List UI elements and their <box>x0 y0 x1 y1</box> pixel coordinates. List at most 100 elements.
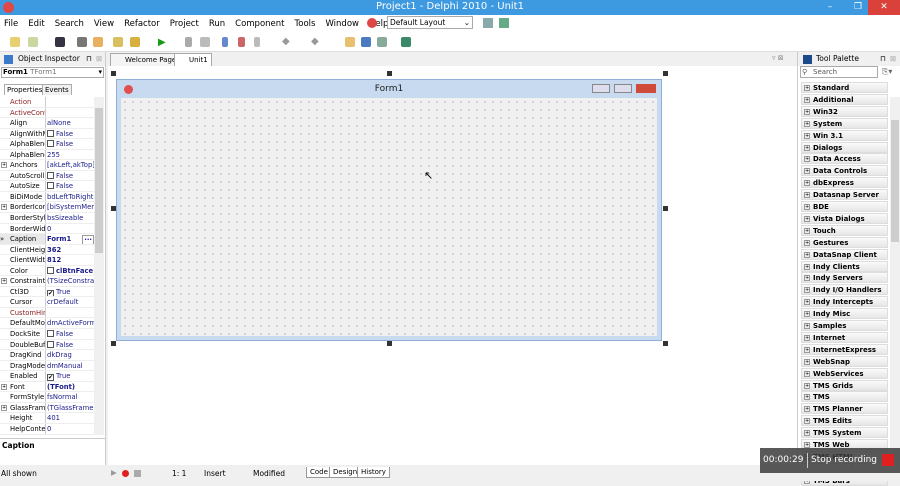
property-row[interactable]: Align alNone <box>0 118 94 129</box>
object-selector[interactable]: Form1 TForm1 ▾ <box>1 67 104 78</box>
component-icon[interactable] <box>401 37 411 47</box>
play-macro-icon[interactable]: ▶ <box>111 468 117 477</box>
resize-handle[interactable] <box>663 71 668 76</box>
palette-category[interactable]: + Touch <box>801 224 888 236</box>
palette-filter-icon[interactable]: ⎘▾ <box>882 67 892 77</box>
expand-icon[interactable]: + <box>1 404 7 411</box>
property-value[interactable]: 0 <box>46 424 94 434</box>
property-value[interactable]: False <box>46 171 94 181</box>
property-row[interactable]: DefaultMonitordmActiveForm <box>0 318 94 330</box>
stop-recording-button[interactable]: Stop recording <box>811 448 877 473</box>
property-row[interactable]: +Constraints(TSizeConstraints) <box>0 276 94 287</box>
palette-category[interactable]: + TMS Edits <box>801 415 888 427</box>
minimize-button[interactable]: – <box>816 0 844 15</box>
pin-icon[interactable]: ⊓ <box>880 52 886 66</box>
property-value[interactable]: [akLeft,akTop] <box>46 160 94 170</box>
property-value[interactable]: Form1 ··· <box>46 234 94 244</box>
palette-category[interactable]: + Win 3.1 <box>801 129 888 141</box>
property-value[interactable]: bdLeftToRight <box>46 192 94 202</box>
resize-handle[interactable] <box>387 341 392 346</box>
property-value[interactable] <box>46 108 94 118</box>
palette-category[interactable]: + BDE <box>801 201 888 212</box>
stop-icon[interactable] <box>200 37 210 47</box>
property-value[interactable]: clBtnFace <box>46 266 94 276</box>
property-row[interactable]: » Caption Form1 ··· <box>0 234 94 245</box>
expand-icon[interactable]: + <box>1 383 7 390</box>
close-panel-icon[interactable]: ⊠ <box>96 52 102 66</box>
palette-category[interactable]: + Indy Intercepts <box>801 296 888 308</box>
form1-window[interactable]: Form1 <box>116 79 662 341</box>
property-row[interactable]: BiDiMode bdLeftToRight <box>0 191 94 203</box>
record-macro-icon[interactable] <box>122 470 129 477</box>
property-row[interactable]: + Anchors [akLeft,akTop] <box>0 160 94 171</box>
checkbox[interactable]: ✔ <box>47 374 54 381</box>
step-over-icon[interactable] <box>238 37 245 47</box>
palette-category[interactable]: + Datasnap Server <box>801 189 888 201</box>
palette-category[interactable]: + InternetExpress <box>801 343 888 355</box>
tab-properties[interactable]: Properties <box>4 84 46 95</box>
palette-category[interactable]: + TMS Planner <box>801 403 888 415</box>
property-row[interactable]: DragKind dkDrag <box>0 350 94 361</box>
resize-handle[interactable] <box>663 206 668 211</box>
expand-icon[interactable]: + <box>1 162 7 169</box>
palette-category[interactable]: + Win32 <box>801 105 888 117</box>
stop-square-icon[interactable] <box>882 454 894 466</box>
property-row[interactable]: AlignWithMargins False <box>0 128 94 140</box>
run-to-cursor-icon[interactable] <box>254 37 260 47</box>
ellipsis-button[interactable]: ··· <box>82 235 94 244</box>
scrollbar-thumb[interactable] <box>95 108 103 253</box>
property-row[interactable]: BorderWidth0 <box>0 223 94 235</box>
set-debug-desktop-icon[interactable] <box>499 18 509 28</box>
menu-run[interactable]: Run <box>209 19 225 29</box>
menu-file[interactable]: File <box>4 19 18 29</box>
palette-category[interactable]: + Data Controls <box>801 165 888 177</box>
property-row[interactable]: HelpContext0 <box>0 423 94 435</box>
toggle-form-unit-icon[interactable] <box>377 37 387 47</box>
property-value[interactable]: crDefault <box>46 297 94 307</box>
close-button[interactable]: ✕ <box>868 0 900 15</box>
menu-search[interactable]: Search <box>55 19 84 29</box>
menu-refactor[interactable]: Refactor <box>124 19 160 29</box>
open-project-icon[interactable] <box>93 37 103 47</box>
palette-category[interactable]: + System <box>801 117 888 129</box>
palette-category[interactable]: + Indy Servers <box>801 272 888 284</box>
pin-icon[interactable]: ⊓ <box>86 52 92 66</box>
property-row[interactable]: BorderStyle bsSizeable <box>0 213 94 224</box>
menu-view[interactable]: View <box>94 19 114 29</box>
property-value[interactable]: bsSizeable <box>46 213 94 223</box>
checkbox[interactable] <box>47 266 54 274</box>
property-row[interactable]: AlphaBlendValue255 <box>0 149 94 161</box>
palette-category[interactable]: + Indy Misc <box>801 308 888 320</box>
palette-category[interactable]: + Data Access <box>801 153 888 165</box>
menu-window[interactable]: Window <box>325 19 359 29</box>
property-value[interactable] <box>46 308 94 318</box>
expand-icon[interactable]: + <box>1 204 7 211</box>
checkbox[interactable] <box>47 330 54 338</box>
new-icon[interactable] <box>10 37 20 47</box>
run-icon[interactable]: ▶ <box>158 37 166 48</box>
property-value[interactable]: 255 <box>46 150 94 160</box>
tab-unit1[interactable]: Unit1 <box>174 53 212 66</box>
tab-events[interactable]: Events <box>42 84 72 95</box>
property-row[interactable]: DockSite False <box>0 329 94 340</box>
palette-category[interactable]: + DataSnap Client <box>801 248 888 260</box>
open-icon[interactable] <box>28 37 38 47</box>
palette-category[interactable]: + WebSnap <box>801 355 888 367</box>
property-row[interactable]: Enabled ✔ True <box>0 371 94 382</box>
tab-list-icon[interactable]: ▿ ⊠ <box>772 54 784 62</box>
view-form-icon[interactable] <box>361 37 371 47</box>
palette-category[interactable]: + TMS <box>801 391 888 403</box>
form-client-area[interactable] <box>121 98 657 336</box>
property-value[interactable]: 362 <box>46 245 94 255</box>
close-panel-icon[interactable]: ⊠ <box>890 52 896 66</box>
expand-icon[interactable]: + <box>1 278 7 285</box>
menu-component[interactable]: Component <box>235 19 284 29</box>
palette-category[interactable]: + Additional <box>801 93 888 105</box>
palette-category[interactable]: + Gestures <box>801 236 888 248</box>
property-value[interactable] <box>46 97 94 107</box>
palette-category[interactable]: + Internet <box>801 331 888 343</box>
resize-handle[interactable] <box>663 341 668 346</box>
property-value[interactable]: dkDrag <box>46 350 94 360</box>
tab-welcome-page[interactable]: Welcome Page <box>110 53 181 66</box>
palette-category[interactable]: + Vista Dialogs <box>801 212 888 224</box>
